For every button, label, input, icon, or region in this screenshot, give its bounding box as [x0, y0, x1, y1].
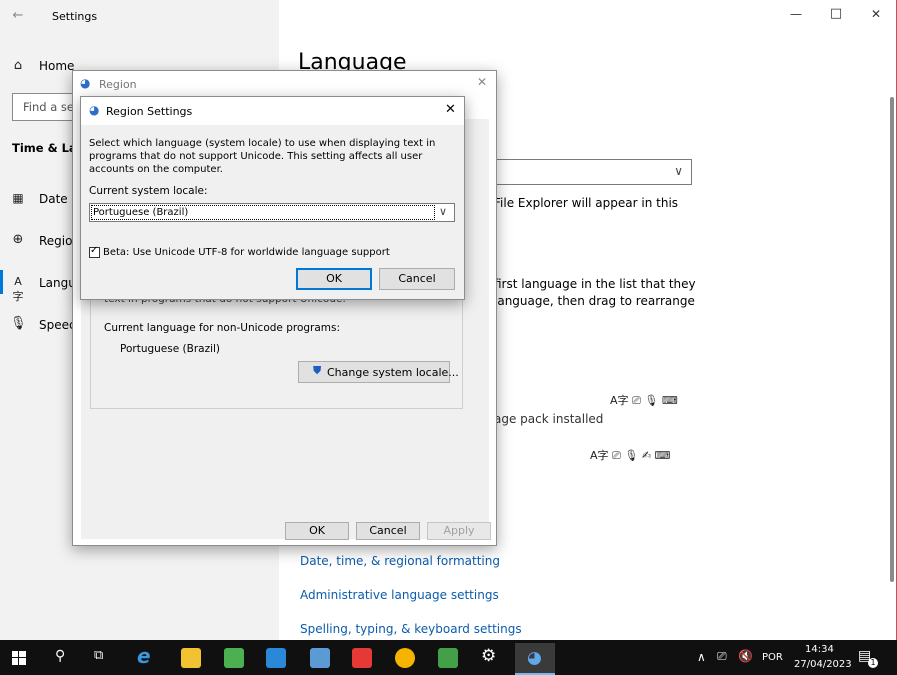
- task-view-icon[interactable]: ⧉: [94, 648, 103, 663]
- sidebar-item-region[interactable]: ⊕ Region: [10, 232, 81, 252]
- keyboard-icon: ⌨: [661, 394, 678, 407]
- region-close-button[interactable]: ✕: [477, 75, 487, 89]
- clock-time[interactable]: 14:34: [805, 644, 834, 655]
- region-ok-button[interactable]: OK: [285, 522, 349, 540]
- spelling-typing-link[interactable]: Spelling, typing, & keyboard settings: [300, 622, 522, 636]
- region-settings-ok-button[interactable]: OK: [296, 268, 372, 290]
- admin-language-link[interactable]: Administrative language settings: [300, 588, 499, 602]
- calendar-icon: ▦: [12, 191, 24, 205]
- search-icon[interactable]: ⚲: [55, 648, 65, 664]
- microphone-icon: 🎙: [644, 394, 659, 407]
- region-settings-globe-icon: ◕: [89, 103, 100, 117]
- sidebar-item-date-time[interactable]: ▦ Date &: [10, 190, 81, 210]
- region-cancel-button[interactable]: Cancel: [356, 522, 420, 540]
- close-button[interactable]: ✕: [861, 7, 891, 21]
- language-feature-icons-1: A字 ⎚ 🎙 ⌨: [610, 392, 678, 408]
- language-icon: A字: [590, 449, 609, 462]
- chevron-down-icon: ∨: [439, 205, 448, 218]
- search-placeholder: Find a set: [23, 100, 79, 114]
- region-app-taskbar-button[interactable]: ◕: [515, 643, 555, 675]
- notification-badge: 1: [868, 658, 878, 668]
- sidebar-item-language[interactable]: A字 Langu: [10, 274, 80, 303]
- utf8-checkbox-label[interactable]: Beta: Use Unicode UTF-8 for worldwide la…: [103, 246, 390, 259]
- language-icon: A字: [610, 394, 629, 407]
- back-arrow-icon[interactable]: ←: [10, 8, 26, 23]
- language-indicator[interactable]: POR: [762, 652, 783, 663]
- region-globe-taskbar-icon: ◕: [527, 648, 542, 668]
- system-locale-select[interactable]: Portuguese (Brazil) ∨: [89, 203, 455, 222]
- home-icon: ⌂: [13, 58, 23, 73]
- region-dialog-title: Region: [99, 78, 137, 91]
- current-language-value: Portuguese (Brazil): [120, 343, 221, 355]
- chevron-up-icon[interactable]: ∧: [697, 650, 706, 664]
- volume-muted-icon[interactable]: 🔇: [738, 649, 753, 663]
- anydesk-icon[interactable]: [352, 648, 372, 668]
- utf8-checkbox[interactable]: ✓: [89, 245, 100, 258]
- system-locale-value: Portuguese (Brazil): [93, 207, 189, 218]
- language-icon: A字: [12, 275, 24, 303]
- sidebar-home[interactable]: ⌂ Home: [10, 58, 80, 78]
- editor-app-icon[interactable]: [438, 648, 458, 668]
- first-lang-text-1: first language in the list that they: [494, 277, 696, 291]
- file-explorer-icon[interactable]: [181, 648, 201, 668]
- sidebar-home-label: Home: [39, 59, 75, 73]
- display-language-dropdown[interactable]: ∨: [486, 159, 692, 185]
- change-system-locale-button[interactable]: ⛊ Change system locale...: [298, 361, 459, 383]
- sidebar-item-label: Speec: [39, 318, 76, 332]
- window-title: Settings: [52, 10, 98, 23]
- shield-icon: ⛊: [313, 364, 322, 377]
- minimize-button[interactable]: —: [781, 7, 811, 21]
- date-time-formatting-link[interactable]: Date, time, & regional formatting: [300, 554, 500, 568]
- internet-explorer-icon[interactable]: e: [137, 644, 151, 668]
- region-globe-icon: ◕: [80, 76, 91, 90]
- keyboard-icon: ⌨: [654, 449, 671, 462]
- notifications-button[interactable]: ▤ 1: [858, 648, 878, 668]
- chevron-down-icon: ∨: [674, 164, 683, 178]
- maximize-button[interactable]: □: [821, 6, 851, 21]
- network-icon[interactable]: ⎚: [717, 649, 727, 664]
- sidebar-item-label: Langu: [39, 276, 76, 290]
- display-icon: ⎚: [632, 394, 641, 407]
- selected-indicator: [0, 270, 3, 294]
- region-settings-close-button[interactable]: ✕: [445, 102, 456, 117]
- network-app-icon[interactable]: [266, 648, 286, 668]
- clock-date[interactable]: 27/04/2023: [794, 659, 852, 670]
- current-language-label: Current language for non-Unicode program…: [104, 322, 341, 334]
- globe-icon: ⊕: [12, 232, 24, 247]
- microphone-icon: 🎙: [10, 316, 27, 331]
- notes-app-icon[interactable]: [310, 648, 330, 668]
- check-icon: ✓: [90, 245, 99, 256]
- scrollbar-thumb[interactable]: [890, 97, 894, 582]
- windows-start-icon[interactable]: [12, 651, 26, 665]
- server-manager-icon[interactable]: [224, 648, 244, 668]
- sidebar-item-speech[interactable]: 🎙 Speec: [10, 316, 80, 336]
- handwriting-icon: ✍: [641, 449, 652, 462]
- change-locale-label: Change system locale...: [327, 366, 459, 379]
- region-settings-cancel-button[interactable]: Cancel: [379, 268, 455, 290]
- region-apply-button: Apply: [427, 522, 491, 540]
- non-unicode-groupbox: text in programs that do not support Uni…: [90, 293, 463, 409]
- region-settings-title: Region Settings: [106, 105, 193, 118]
- microphone-icon: 🎙: [624, 449, 639, 462]
- region-settings-description: Select which language (system locale) to…: [89, 138, 436, 175]
- settings-gear-icon[interactable]: ⚙: [481, 646, 496, 666]
- first-lang-text-2: language, then drag to rearrange: [494, 294, 695, 308]
- language-pack-text: age pack installed: [494, 412, 604, 426]
- language-feature-icons-2: A字 ⎚ 🎙 ✍ ⌨: [590, 447, 670, 463]
- explorer-text: File Explorer will appear in this: [494, 196, 679, 210]
- chrome-icon[interactable]: [395, 648, 415, 668]
- display-icon: ⎚: [612, 449, 621, 462]
- region-settings-dialog: ◕ Region Settings ✕ Select which languag…: [80, 96, 465, 300]
- system-locale-label: Current system locale:: [89, 185, 208, 197]
